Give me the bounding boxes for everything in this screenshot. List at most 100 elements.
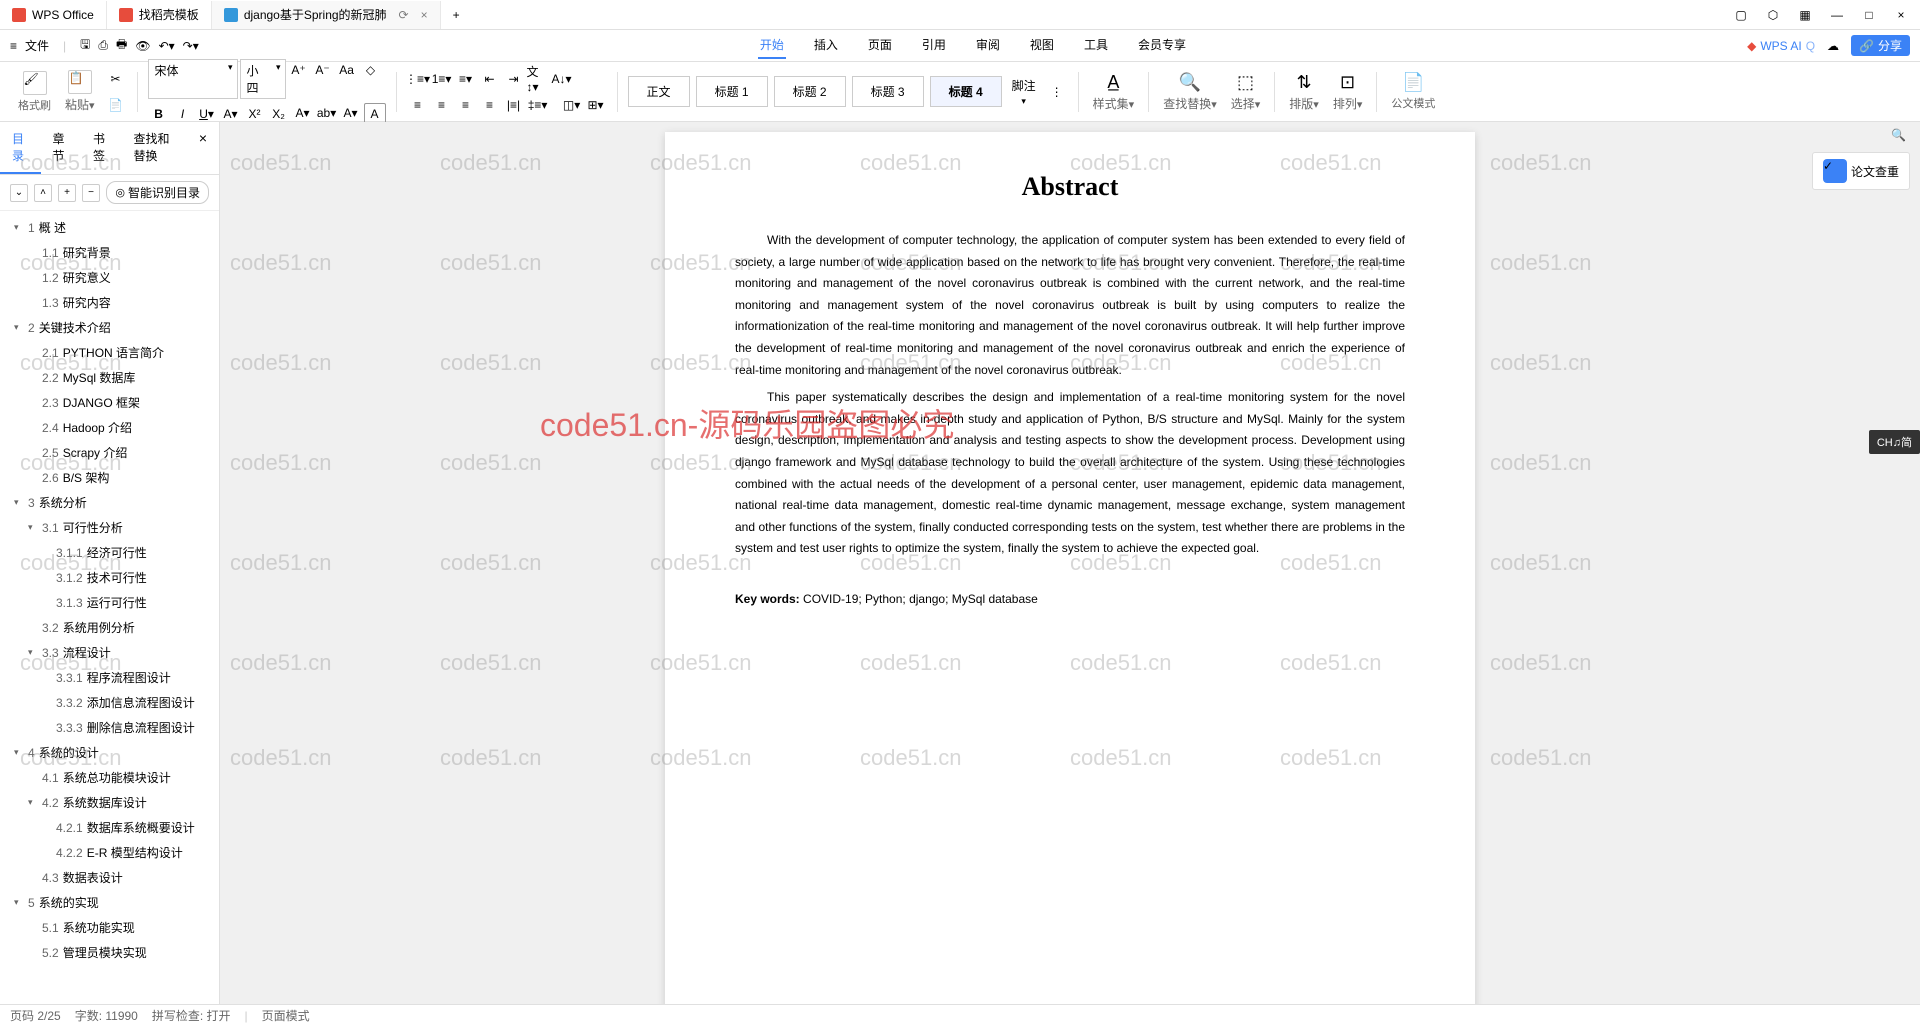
status-proof[interactable]: 拼写检查: 打开: [152, 1007, 231, 1024]
toc-item[interactable]: 3.1.3 运行可行性: [0, 590, 219, 615]
style-h2[interactable]: 标题 2: [774, 76, 846, 107]
align-right-icon[interactable]: ≡: [455, 94, 477, 116]
preview-icon[interactable]: 👁: [135, 39, 150, 53]
tab-document[interactable]: django基于Spring的新冠肺⟳×: [212, 1, 441, 29]
align-button[interactable]: ⊡排列▾: [1329, 72, 1367, 112]
find-replace-button[interactable]: 🔍查找替换▾: [1159, 72, 1221, 112]
maximize-icon[interactable]: □: [1860, 6, 1878, 24]
window-icon-1[interactable]: ▢: [1732, 6, 1750, 24]
toc-item[interactable]: ▾2 关键技术介绍: [0, 315, 219, 340]
toc-item[interactable]: ▾4 系统的设计: [0, 740, 219, 765]
style-set-button[interactable]: A̲样式集▾: [1089, 72, 1139, 112]
align-center-icon[interactable]: ≡: [431, 94, 453, 116]
paste-group[interactable]: 📋粘贴▾: [61, 70, 99, 113]
numbering-icon[interactable]: 1≡▾: [431, 68, 453, 90]
style-h3[interactable]: 标题 3: [852, 76, 924, 107]
refresh-icon[interactable]: ⟳: [399, 8, 409, 22]
distribute-icon[interactable]: |≡|: [503, 94, 525, 116]
toc-item[interactable]: 2.2 MySql 数据库: [0, 365, 219, 390]
indent-icon[interactable]: ⇥: [503, 68, 525, 90]
toc-item[interactable]: 3.3.3 删除信息流程图设计: [0, 715, 219, 740]
clear-format-icon[interactable]: ◇: [360, 59, 382, 81]
toc-item[interactable]: 5.1 系统功能实现: [0, 915, 219, 940]
toc-item[interactable]: 4.2.1 数据库系统概要设计: [0, 815, 219, 840]
borders-icon[interactable]: ⊞▾: [585, 94, 607, 116]
style-more-icon[interactable]: ⋮: [1046, 81, 1068, 103]
style-h1[interactable]: 标题 1: [696, 76, 768, 107]
minimize-icon[interactable]: —: [1828, 6, 1846, 24]
toc-item[interactable]: ▾3.1 可行性分析: [0, 515, 219, 540]
sort-icon[interactable]: A↓▾: [551, 68, 573, 90]
toc-item[interactable]: 2.5 Scrapy 介绍: [0, 440, 219, 465]
bullets-icon[interactable]: ⋮≡▾: [407, 68, 429, 90]
toc-item[interactable]: ▾1 概 述: [0, 215, 219, 240]
toc-item[interactable]: ▾3.3 流程设计: [0, 640, 219, 665]
paper-check-button[interactable]: ✓论文查重: [1812, 152, 1910, 190]
menu-review[interactable]: 审阅: [974, 32, 1002, 59]
sidebar-tab-find[interactable]: 查找和替换: [122, 122, 187, 174]
shading-icon[interactable]: ◫▾: [561, 94, 583, 116]
window-icon-2[interactable]: ⬡: [1764, 6, 1782, 24]
toc-item[interactable]: 3.2 系统用例分析: [0, 615, 219, 640]
toc-item[interactable]: 3.1.1 经济可行性: [0, 540, 219, 565]
menu-start[interactable]: 开始: [758, 32, 786, 59]
toc-item[interactable]: 2.4 Hadoop 介绍: [0, 415, 219, 440]
toc-remove-icon[interactable]: −: [82, 184, 100, 202]
document-area[interactable]: Abstract With the development of compute…: [220, 122, 1920, 1008]
font-size-select[interactable]: 小四: [240, 59, 286, 99]
smart-toc-button[interactable]: ◎智能识别目录: [106, 181, 209, 204]
new-tab-button[interactable]: +: [441, 1, 472, 29]
multilevel-icon[interactable]: ≡▾: [455, 68, 477, 90]
style-h4[interactable]: 标题 4: [930, 76, 1002, 107]
toc-collapse-icon[interactable]: ⌄: [10, 184, 28, 202]
toc-item[interactable]: 5.2 管理员模块实现: [0, 940, 219, 965]
menu-view[interactable]: 视图: [1028, 32, 1056, 59]
sidebar-close-icon[interactable]: ×: [187, 122, 219, 174]
change-case-icon[interactable]: Aa: [336, 59, 358, 81]
sidebar-tab-chapter[interactable]: 章节: [41, 122, 82, 174]
grow-font-icon[interactable]: A⁺: [288, 59, 310, 81]
status-mode[interactable]: 页面模式: [262, 1007, 310, 1024]
toc-item[interactable]: 1.1 研究背景: [0, 240, 219, 265]
right-tool-search[interactable]: 🔍: [1891, 128, 1906, 142]
toc-item[interactable]: 1.2 研究意义: [0, 265, 219, 290]
file-menu[interactable]: 文件: [25, 37, 49, 54]
share-button[interactable]: 🔗分享: [1851, 35, 1910, 56]
style-body[interactable]: 正文: [628, 76, 690, 107]
sidebar-tab-toc[interactable]: 目录: [0, 122, 41, 174]
toc-item[interactable]: 3.3.2 添加信息流程图设计: [0, 690, 219, 715]
toc-item[interactable]: 2.1 PYTHON 语言简介: [0, 340, 219, 365]
status-page[interactable]: 页码 2/25: [10, 1007, 61, 1024]
menu-member[interactable]: 会员专享: [1136, 32, 1188, 59]
tab-wps-office[interactable]: WPS Office: [0, 1, 107, 29]
redo-icon[interactable]: ↷▾: [183, 39, 199, 53]
align-left-icon[interactable]: ≡: [407, 94, 429, 116]
tab-templates[interactable]: 找稻壳模板: [107, 1, 212, 29]
toc-item[interactable]: 3.1.2 技术可行性: [0, 565, 219, 590]
toc-item[interactable]: 1.3 研究内容: [0, 290, 219, 315]
toc-item[interactable]: 4.3 数据表设计: [0, 865, 219, 890]
text-direction-icon[interactable]: 文↕▾: [527, 68, 549, 90]
cut-icon[interactable]: ✂: [105, 68, 127, 90]
save-icon[interactable]: 🖫: [80, 35, 90, 56]
menu-reference[interactable]: 引用: [920, 32, 948, 59]
toc-add-icon[interactable]: +: [58, 184, 76, 202]
format-brush-group[interactable]: 🖌格式刷: [14, 71, 55, 113]
line-spacing-icon[interactable]: ‡≡▾: [527, 94, 549, 116]
status-words[interactable]: 字数: 11990: [75, 1007, 138, 1024]
print-icon[interactable]: ⎙: [98, 38, 108, 53]
outdent-icon[interactable]: ⇤: [479, 68, 501, 90]
toc-item[interactable]: 4.2.2 E-R 模型结构设计: [0, 840, 219, 865]
toc-item[interactable]: ▾3 系统分析: [0, 490, 219, 515]
gov-mode-button[interactable]: 📄公文模式: [1387, 72, 1439, 111]
annotation-button[interactable]: 脚注▾: [1008, 77, 1040, 107]
shrink-font-icon[interactable]: A⁻: [312, 59, 334, 81]
toc-item[interactable]: ▾5 系统的实现: [0, 890, 219, 915]
sidebar-tab-bookmark[interactable]: 书签: [81, 122, 122, 174]
menu-icon[interactable]: ≡: [10, 39, 17, 53]
close-window-icon[interactable]: ×: [1892, 6, 1910, 24]
menu-tools[interactable]: 工具: [1082, 32, 1110, 59]
font-name-select[interactable]: 宋体: [148, 59, 238, 99]
copy-icon[interactable]: 📄: [105, 94, 127, 116]
toc-item[interactable]: 3.3.1 程序流程图设计: [0, 665, 219, 690]
